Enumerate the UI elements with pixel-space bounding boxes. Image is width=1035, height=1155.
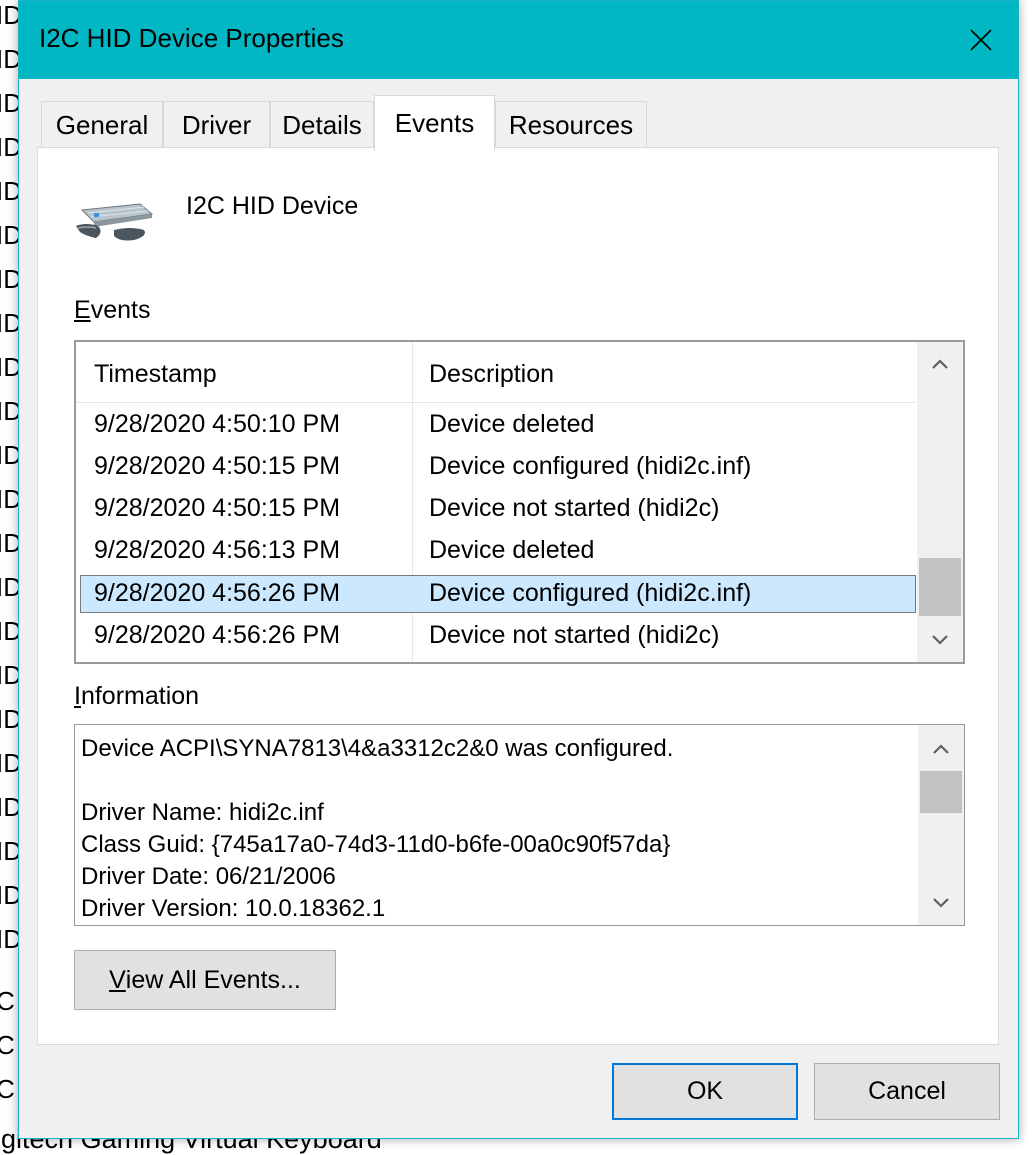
event-timestamp: 9/28/2020 4:56:26 PM [94, 621, 341, 649]
scroll-thumb[interactable] [920, 771, 962, 813]
information-label-accesskey: I [74, 682, 81, 710]
event-row-selected[interactable]: 9/28/2020 4:56:26 PM Device configured (… [80, 575, 916, 613]
tab-resources[interactable]: Resources [495, 101, 647, 149]
header-divider [76, 402, 916, 403]
event-timestamp: 9/28/2020 4:56:13 PM [94, 536, 341, 564]
close-button[interactable] [944, 1, 1018, 79]
close-icon [970, 29, 992, 51]
bg-list-item: C [0, 1074, 15, 1104]
scroll-down-button[interactable] [918, 881, 964, 925]
information-label-text: nformation [80, 682, 200, 710]
title-bar[interactable]: I2C HID Device Properties [19, 1, 1018, 79]
information-label: Information [74, 682, 199, 711]
event-row[interactable]: 9/28/2020 4:50:15 PM Device configured (… [80, 448, 916, 486]
event-row[interactable]: 9/28/2020 4:50:10 PM Device deleted [80, 406, 916, 444]
scroll-down-button[interactable] [917, 618, 963, 662]
chevron-up-icon [933, 744, 949, 754]
event-description: Device deleted [429, 536, 595, 564]
cancel-button[interactable]: Cancel [814, 1063, 1000, 1120]
chevron-down-icon [933, 898, 949, 908]
keyboard-device-icon [76, 203, 154, 241]
events-list[interactable]: Timestamp Description 9/28/2020 4:50:10 … [74, 340, 965, 664]
info-line: Driver Name: hidi2c.inf [81, 799, 324, 826]
tab-events[interactable]: Events [374, 95, 495, 151]
event-row[interactable]: 9/28/2020 4:56:13 PM Device deleted [80, 532, 916, 570]
information-textbox[interactable]: Device ACPI\SYNA7813\4&a3312c2&0 was con… [74, 724, 965, 926]
tab-driver[interactable]: Driver [163, 101, 270, 149]
information-scrollbar[interactable] [918, 725, 964, 925]
events-label: Events [74, 296, 150, 325]
event-timestamp: 9/28/2020 4:50:15 PM [94, 452, 341, 480]
column-header-description[interactable]: Description [429, 360, 554, 389]
event-description: Device not started (hidi2c) [429, 621, 720, 649]
view-all-accesskey: V [109, 965, 126, 994]
scroll-thumb[interactable] [919, 558, 961, 616]
event-row[interactable]: 9/28/2020 4:56:26 PM Device not started … [80, 617, 916, 655]
event-timestamp: 9/28/2020 4:50:10 PM [94, 410, 341, 438]
event-description: Device deleted [429, 410, 595, 438]
event-timestamp: 9/28/2020 4:50:15 PM [94, 494, 341, 522]
event-description: Device configured (hidi2c.inf) [429, 579, 752, 607]
properties-dialog: I2C HID Device Properties General Driver… [18, 0, 1019, 1139]
chevron-up-icon [932, 359, 948, 369]
bg-list-item: C [0, 986, 15, 1016]
event-description: Device configured (hidi2c.inf) [429, 452, 752, 480]
tab-general[interactable]: General [41, 101, 163, 149]
scroll-up-button[interactable] [918, 727, 964, 771]
event-timestamp: 9/28/2020 4:56:26 PM [94, 579, 341, 607]
dialog-title: I2C HID Device Properties [39, 23, 344, 53]
info-line: Driver Date: 06/21/2006 [81, 863, 336, 890]
event-description: Device not started (hidi2c) [429, 494, 720, 522]
bg-list-item: C [0, 1030, 15, 1060]
chevron-down-icon [932, 635, 948, 645]
column-header-timestamp[interactable]: Timestamp [94, 360, 217, 389]
events-label-accesskey: E [74, 296, 91, 324]
event-row[interactable]: 9/28/2020 4:50:15 PM Device not started … [80, 490, 916, 528]
info-line: Class Guid: {745a17a0-74d3-11d0-b6fe-00a… [81, 831, 671, 858]
tab-details[interactable]: Details [270, 101, 374, 149]
scroll-up-button[interactable] [917, 342, 963, 386]
events-label-text: vents [90, 296, 151, 324]
info-line: Driver Version: 10.0.18362.1 [81, 895, 386, 922]
events-tab-panel: I2C HID Device Events Timestamp Descript… [37, 147, 999, 1045]
view-all-label: iew All Events... [125, 965, 301, 994]
device-name: I2C HID Device [186, 192, 359, 220]
info-line: Device ACPI\SYNA7813\4&a3312c2&0 was con… [81, 735, 674, 762]
ok-button[interactable]: OK [612, 1063, 798, 1120]
view-all-events-button[interactable]: View All Events... [74, 950, 336, 1010]
events-scrollbar[interactable] [917, 342, 963, 662]
